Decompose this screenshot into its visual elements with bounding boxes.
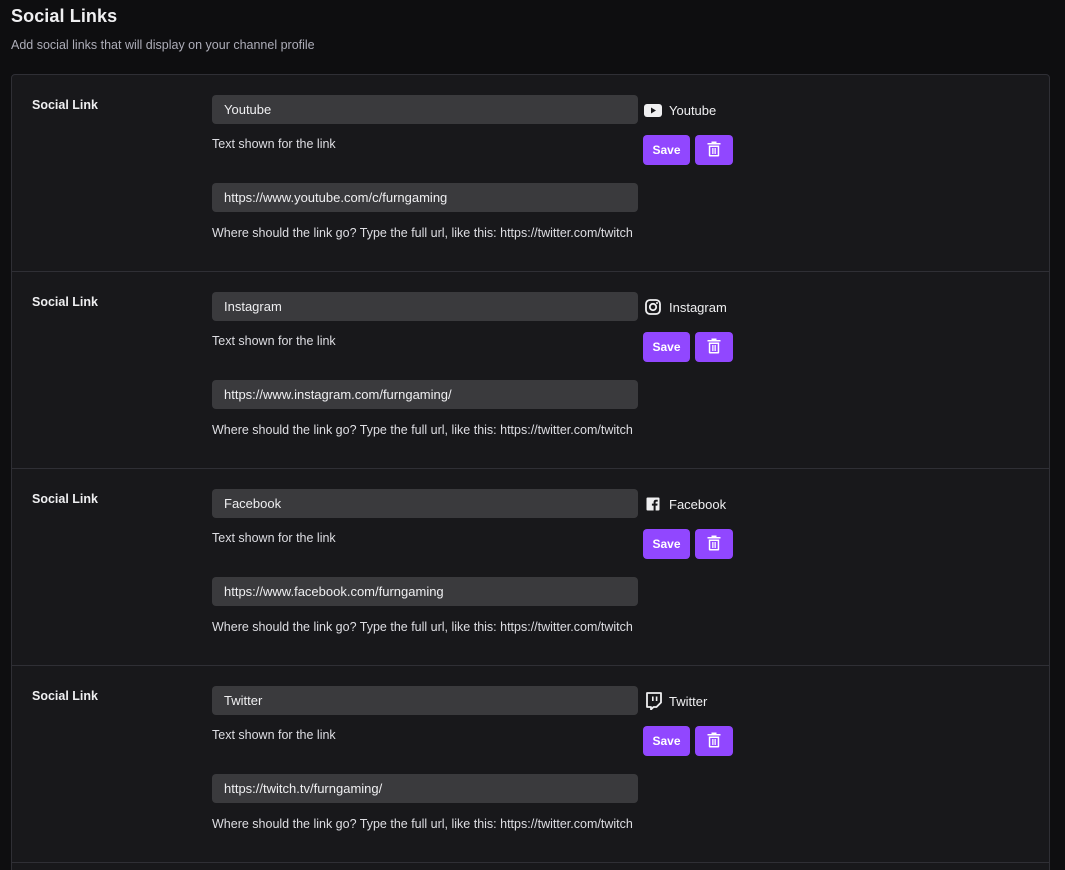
social-link-row: Social Link Text shown for the link Wher… — [12, 75, 1049, 272]
youtube-icon — [644, 102, 662, 118]
trash-icon — [707, 534, 721, 554]
social-link-label: Social Link — [32, 492, 98, 506]
link-url-input[interactable] — [212, 774, 638, 803]
social-links-panel: Social Link Text shown for the link Wher… — [11, 74, 1050, 870]
link-url-input[interactable] — [212, 380, 638, 409]
save-button[interactable]: Save — [643, 726, 690, 756]
link-title-input[interactable] — [212, 489, 638, 518]
platform-indicator: Facebook — [644, 496, 726, 512]
social-link-row: Social Link Text shown for the link Wher… — [12, 272, 1049, 469]
delete-button[interactable] — [695, 726, 733, 756]
social-link-label: Social Link — [32, 98, 98, 112]
link-title-hint: Text shown for the link — [212, 137, 336, 151]
save-button[interactable]: Save — [643, 332, 690, 362]
delete-button[interactable] — [695, 529, 733, 559]
social-links-page: Social Links Add social links that will … — [0, 0, 1065, 870]
social-link-label: Social Link — [32, 295, 98, 309]
save-button[interactable]: Save — [643, 135, 690, 165]
page-subtitle: Add social links that will display on yo… — [11, 38, 315, 52]
link-url-hint: Where should the link go? Type the full … — [212, 817, 633, 831]
link-url-hint: Where should the link go? Type the full … — [212, 226, 633, 240]
trash-icon — [707, 731, 721, 751]
link-title-input[interactable] — [212, 95, 638, 124]
facebook-icon — [644, 496, 662, 512]
delete-button[interactable] — [695, 135, 733, 165]
link-url-input[interactable] — [212, 577, 638, 606]
platform-indicator: Instagram — [644, 299, 727, 315]
trash-icon — [707, 140, 721, 160]
link-title-input[interactable] — [212, 292, 638, 321]
platform-name: Facebook — [669, 496, 727, 512]
delete-button[interactable] — [695, 332, 733, 362]
link-url-input[interactable] — [212, 183, 638, 212]
link-url-hint: Where should the link go? Type the full … — [212, 620, 633, 634]
platform-name: Youtube — [669, 102, 717, 118]
trash-icon — [707, 337, 721, 357]
platform-indicator: Twitter — [644, 692, 708, 710]
link-title-input[interactable] — [212, 686, 638, 715]
twitch-icon — [644, 692, 662, 710]
page-title: Social Links — [11, 6, 118, 26]
save-button[interactable]: Save — [643, 529, 690, 559]
platform-name: Instagram — [669, 299, 727, 315]
link-url-hint: Where should the link go? Type the full … — [212, 423, 633, 437]
instagram-icon — [644, 299, 662, 315]
link-title-hint: Text shown for the link — [212, 728, 336, 742]
platform-indicator: Youtube — [644, 102, 716, 118]
platform-name: Twitter — [669, 693, 708, 709]
social-link-row: Social Link Text shown for the link Wher… — [12, 469, 1049, 666]
link-title-hint: Text shown for the link — [212, 531, 336, 545]
social-link-row: Social Link Text shown for the link Wher… — [12, 666, 1049, 863]
link-title-hint: Text shown for the link — [212, 334, 336, 348]
social-link-label: Social Link — [32, 689, 98, 703]
